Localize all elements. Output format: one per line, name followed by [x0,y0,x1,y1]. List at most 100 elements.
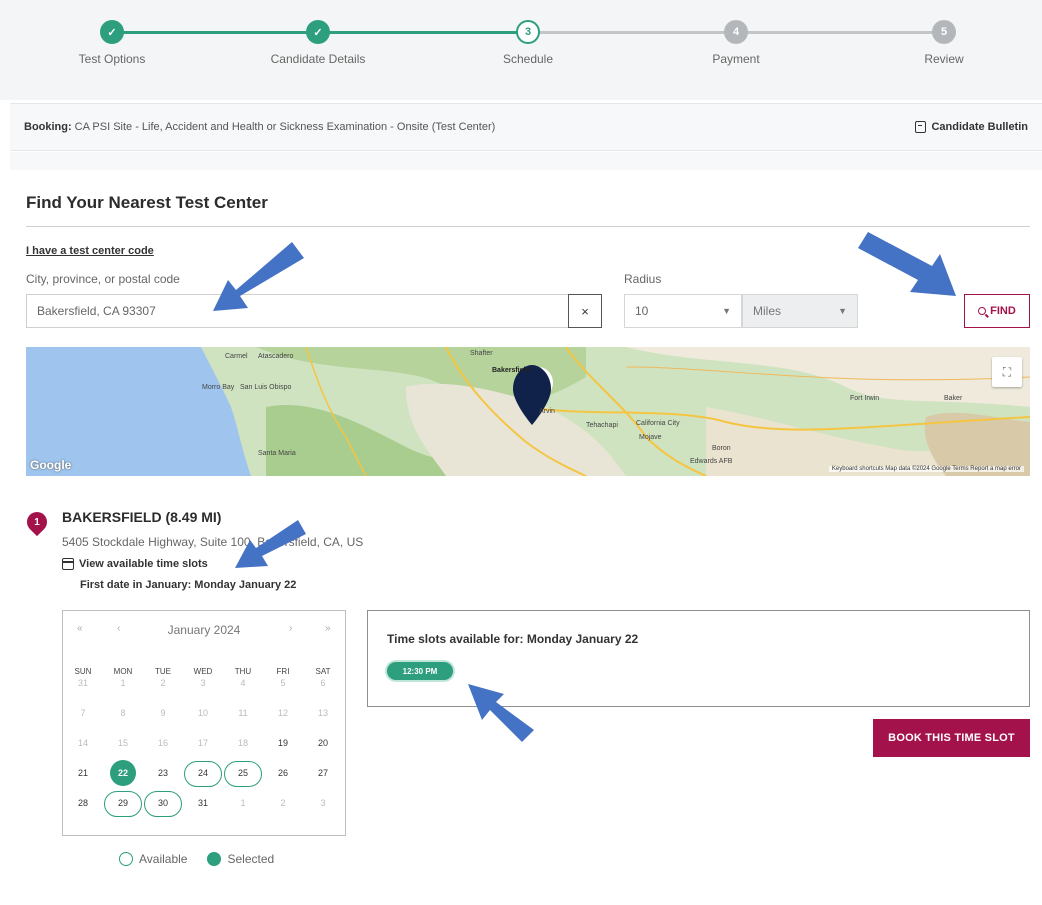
calendar-day-available[interactable]: 30 [143,791,183,817]
calendar-day-label: 4 [240,678,246,688]
section-divider-band [10,152,1042,170]
progress-stepper: ✓ ✓ 3 4 5 Test Options Candidate Details… [0,0,1042,100]
calendar-day-label: 26 [277,768,288,778]
calendar-day: 4 [223,671,263,695]
calendar-day: 3 [303,791,343,815]
calendar-day: 2 [143,671,183,695]
next-year-button[interactable]: » [325,623,331,634]
available-legend-icon [119,852,133,866]
calendar-day: 17 [183,731,223,755]
time-slot-button[interactable]: 12:30 PM [387,662,453,680]
city-input[interactable]: Bakersfield, CA 93307 [26,294,568,328]
calendar-day-label: 5 [280,678,286,688]
page-title: Find Your Nearest Test Center [26,193,268,212]
map-label: Tehachapi [586,422,618,429]
find-button[interactable]: FIND [964,294,1030,328]
step-label-schedule: Schedule [502,52,554,66]
calendar-day: 10 [183,701,223,725]
calendar-day: 31 [183,791,223,815]
test-center-name: BAKERSFIELD (8.49 MI) [62,509,222,525]
calendar-day: 11 [223,701,263,725]
calendar-day-label: 31 [77,678,88,688]
booking-summary-bar: Booking: CA PSI Site - Life, Accident an… [10,103,1042,151]
calendar-day-label: 3 [200,678,206,688]
calendar-day: 13 [303,701,343,725]
calendar-day: 27 [303,761,343,785]
calendar-day-label: 2 [280,798,286,808]
map-view[interactable]: Carmel Atascadero Morro Bay San Luis Obi… [26,347,1030,476]
candidate-bulletin-link[interactable]: Candidate Bulletin [915,121,1028,133]
calendar-day: 9 [143,701,183,725]
calendar-day: 5 [263,671,303,695]
calendar-day-label: 30 [144,791,182,817]
calendar-day-label: 29 [104,791,142,817]
calendar-day: 16 [143,731,183,755]
search-icon [978,307,987,315]
calendar-day-selected[interactable]: 22 [103,760,143,786]
map-label: Carmel [225,353,248,360]
calendar-day-label: 20 [317,738,328,748]
booking-value: CA PSI Site - Life, Accident and Health … [74,121,496,133]
calendar-day-label: 14 [77,738,88,748]
calendar-day: 3 [183,671,223,695]
calendar-day-label: 6 [320,678,326,688]
calendar-day-label: 12 [277,708,288,718]
calendar-day-available[interactable]: 29 [103,791,143,817]
calendar-day-label: 10 [197,708,208,718]
calendar-day: 8 [103,701,143,725]
test-center-code-link[interactable]: I have a test center code [26,245,154,257]
map-label: Baker [944,395,963,402]
calendar-day-label: 13 [317,708,328,718]
calendar-day-label: 1 [120,678,126,688]
unit-value: Miles [753,304,782,318]
step-label-test-options: Test Options [78,52,146,66]
find-button-label: FIND [990,305,1016,317]
calendar-day-label: 11 [238,708,248,718]
city-field-label: City, province, or postal code [26,272,180,286]
map-label: Shafter [470,350,493,357]
calendar-day-label: 8 [120,708,126,718]
next-month-button[interactable]: › [289,623,292,634]
calendar-day: 14 [63,731,103,755]
calendar-day: 1 [223,791,263,815]
chevron-down-icon: ▼ [838,306,847,316]
map-footer-links[interactable]: Keyboard shortcuts Map data ©2024 Google… [828,466,1024,472]
map-label: Santa Maria [258,450,296,457]
fullscreen-icon[interactable]: ⛶ [992,357,1022,387]
step-2-check-icon: ✓ [306,20,330,44]
step-label-review: Review [924,52,964,66]
calendar-day-label: 21 [77,768,88,778]
calendar-day: 20 [303,731,343,755]
map-label: Edwards AFB [690,458,733,465]
book-time-slot-button[interactable]: BOOK THIS TIME SLOT [873,719,1030,757]
calendar-day: 31 [63,671,103,695]
selected-legend-icon [207,852,222,866]
calendar-day-label: 28 [77,798,88,808]
time-slots-title: Time slots available for: Monday January… [387,632,639,646]
calendar-legend: Available Selected [119,852,274,866]
step-label-candidate-details: Candidate Details [270,52,366,66]
view-time-slots-link[interactable]: View available time slots [62,558,208,570]
calendar-day-available[interactable]: 25 [223,761,263,787]
annotation-arrow-icon [858,232,956,296]
calendar-day: 21 [63,761,103,785]
test-center-address: 5405 Stockdale Highway, Suite 100, Baker… [62,535,364,549]
radius-select[interactable]: 10 ▼ [624,294,742,328]
calendar-day-label: 22 [110,760,136,786]
calendar-day-available[interactable]: 24 [183,761,223,787]
calendar-day-label: 27 [317,768,328,778]
map-label: Atascadero [258,353,294,360]
google-logo: Google [30,458,72,472]
step-1-check-icon: ✓ [100,20,124,44]
city-input-value: Bakersfield, CA 93307 [37,304,156,318]
unit-select[interactable]: Miles ▼ [742,294,858,328]
radius-field-label: Radius [624,272,662,286]
step-4-number: 4 [724,20,748,44]
calendar-day: 19 [263,731,303,755]
clear-city-button[interactable]: × [568,294,602,328]
calendar-day: 12 [263,701,303,725]
title-divider [26,226,1030,227]
calendar-day: 28 [63,791,103,815]
calendar-day-label: 18 [237,738,248,748]
date-picker-calendar: « ‹ January 2024 › » SUN MON TUE WED THU FRI S… [62,610,346,836]
